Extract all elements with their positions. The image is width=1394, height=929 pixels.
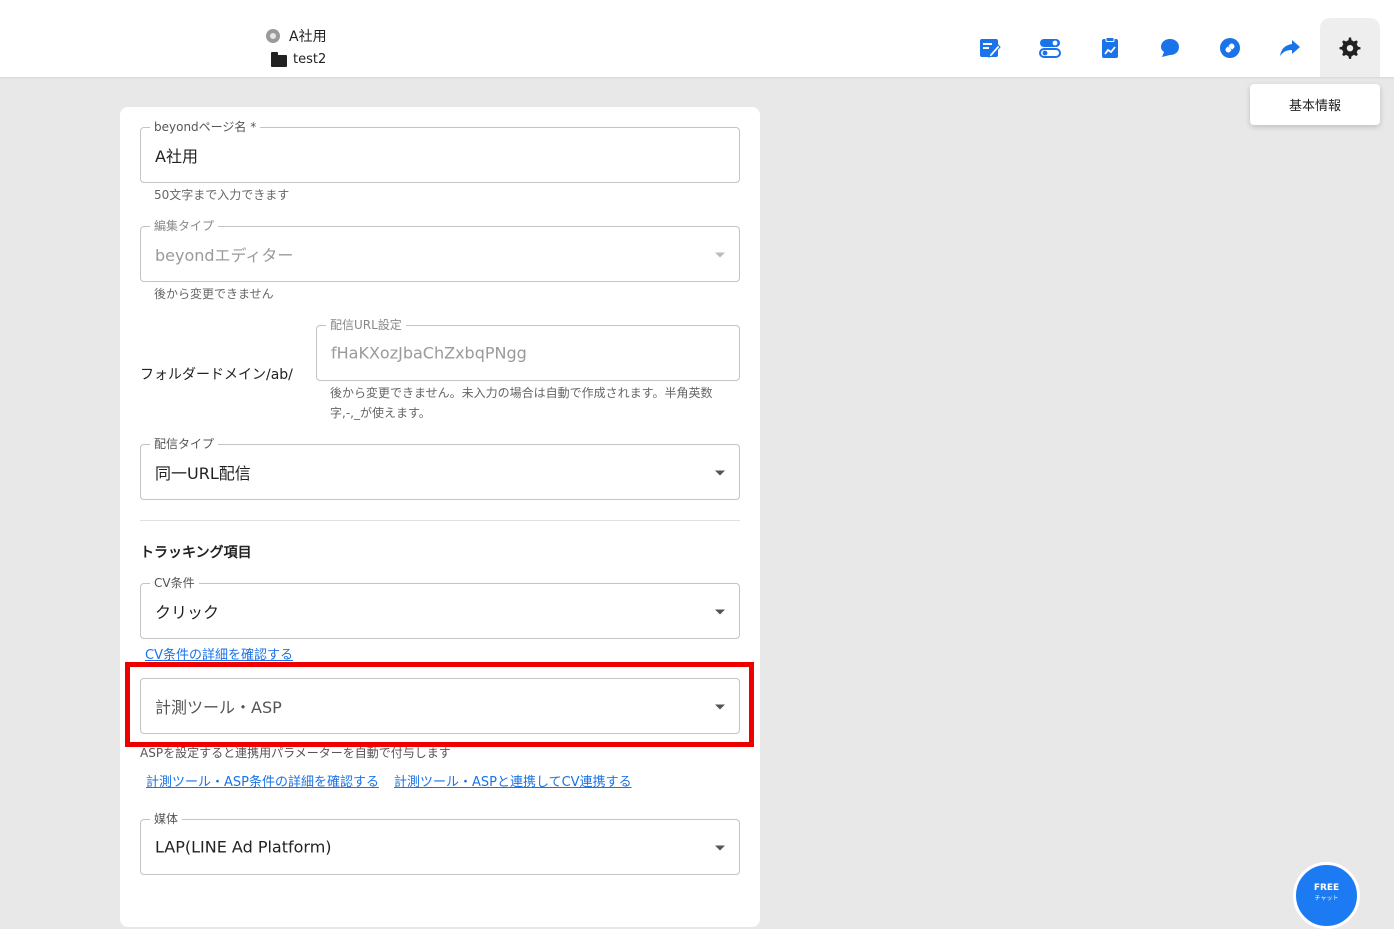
tool-asp-select[interactable]: 計測ツール・ASP — [140, 678, 740, 734]
edit-type-label: 編集タイプ — [150, 218, 219, 234]
asp-detail-link[interactable]: 計測ツール・ASP条件の詳細を確認する — [146, 771, 379, 790]
chevron-down-icon — [715, 845, 725, 851]
page-name-input[interactable]: beyondページ名 * A社用 — [140, 119, 740, 183]
chat-button[interactable] — [1140, 18, 1200, 77]
cv-condition-value: クリック — [155, 603, 220, 622]
settings-toggle-button[interactable] — [1020, 18, 1080, 77]
delivery-url-helper-2: 字,-,_が使えます。 — [330, 406, 431, 420]
folder-domain-label: フォルダードメイン/ab/ — [140, 367, 293, 383]
breadcrumb-folder-name: test2 — [293, 52, 327, 67]
edit-type-value: beyondエディター — [155, 246, 294, 265]
delivery-type-value: 同一URL配信 — [155, 464, 251, 483]
gear-icon — [1339, 37, 1361, 59]
toolbar — [960, 18, 1380, 77]
delivery-url-value: fHaKXozJbaChZxbqPNgg — [331, 343, 527, 363]
chevron-down-icon — [715, 609, 725, 615]
chevron-down-icon — [715, 704, 725, 710]
free-chat-widget[interactable]: FREE チャット — [1293, 862, 1360, 929]
share-button[interactable] — [1260, 18, 1320, 77]
basic-info-button[interactable] — [1320, 18, 1380, 77]
cv-condition-select[interactable]: CV条件 クリック — [140, 575, 740, 639]
delivery-type-label: 配信タイプ — [150, 436, 219, 452]
chat-widget-label: FREE — [1313, 883, 1340, 893]
link-icon — [1220, 37, 1240, 58]
asp-helper: ASPを設定すると連携用パラメーターを自動で付与します — [140, 746, 451, 760]
top-header: A社用 test2 — [0, 0, 1394, 77]
tooltip-basic-info: 基本情報 — [1250, 84, 1380, 125]
status-circle-icon — [266, 29, 280, 43]
share-arrow-icon — [1280, 39, 1300, 56]
breadcrumb-page-name: A社用 — [289, 29, 327, 45]
breadcrumb-folder[interactable]: test2 — [271, 51, 327, 67]
tool-asp-placeholder: 計測ツール・ASP — [155, 698, 282, 717]
delivery-url-label: 配信URL設定 — [326, 317, 406, 333]
delivery-url-input[interactable]: 配信URL設定 fHaKXozJbaChZxbqPNgg — [316, 317, 740, 381]
edit-button[interactable] — [960, 18, 1020, 77]
media-label: 媒体 — [150, 811, 183, 827]
cv-condition-label: CV条件 — [150, 575, 199, 591]
edit-type-helper: 後から変更できません — [154, 287, 274, 301]
media-value: LAP(LINE Ad Platform) — [155, 837, 332, 857]
media-select[interactable]: 媒体 LAP(LINE Ad Platform) — [140, 811, 740, 875]
page-name-helper: 50文字まで入力できます — [154, 188, 290, 202]
edit-type-select: 編集タイプ beyondエディター — [140, 218, 740, 282]
chat-bubble-icon — [1161, 38, 1179, 57]
breadcrumb-page[interactable]: A社用 — [266, 26, 327, 46]
analytics-button[interactable] — [1080, 18, 1140, 77]
delivery-type-select[interactable]: 配信タイプ 同一URL配信 — [140, 436, 740, 500]
delivery-url-helper-1: 後から変更できません。未入力の場合は自動で作成されます。半角英数 — [330, 386, 713, 400]
page-name-value: A社用 — [155, 147, 198, 166]
page-name-label: beyondページ名 * — [150, 119, 261, 135]
analytics-clipboard-icon — [1102, 36, 1118, 58]
section-divider — [140, 520, 740, 521]
chevron-down-icon — [715, 252, 725, 258]
cv-detail-link[interactable]: CV条件の詳細を確認する — [145, 644, 293, 663]
asp-cv-link[interactable]: 計測ツール・ASPと連携してCV連携する — [394, 771, 632, 790]
edit-note-icon — [980, 38, 1001, 58]
chevron-down-icon — [715, 470, 725, 476]
settings-form-card: beyondページ名 * A社用 50文字まで入力できます 編集タイプ beyo… — [120, 107, 760, 927]
chat-widget-sub: チャット — [1314, 895, 1339, 902]
link-button[interactable] — [1200, 18, 1260, 77]
tracking-heading: トラッキング項目 — [140, 545, 252, 561]
folder-icon — [271, 51, 287, 67]
toggle-switch-icon — [1039, 38, 1061, 58]
